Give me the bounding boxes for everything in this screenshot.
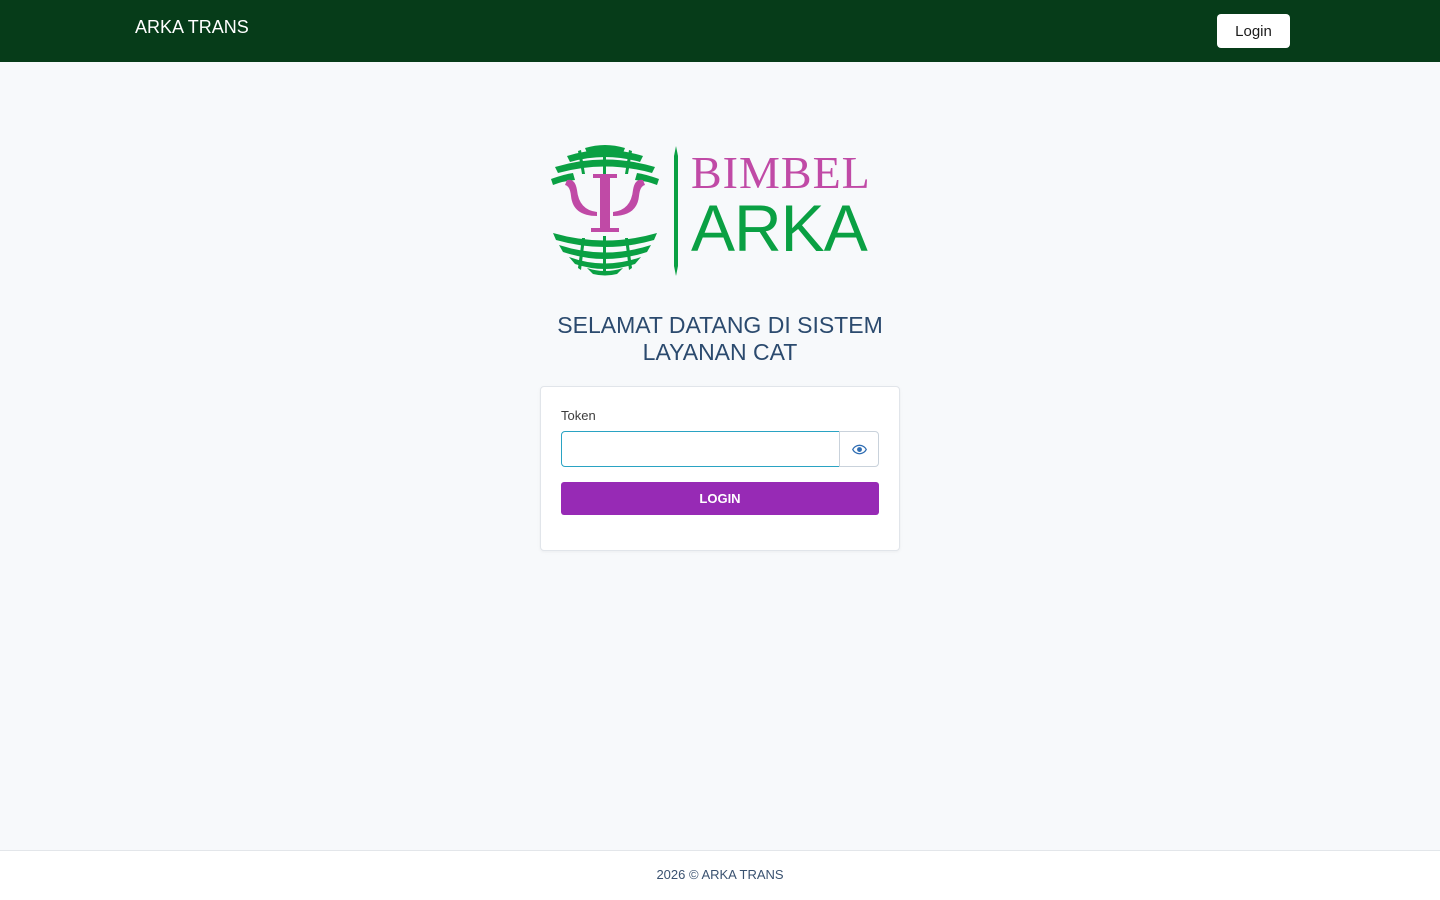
- login-submit-button[interactable]: LOGIN: [561, 482, 879, 515]
- logo-text-arka: ARKA: [691, 191, 868, 265]
- navbar-login-button[interactable]: Login: [1217, 14, 1290, 48]
- token-input[interactable]: [561, 431, 840, 467]
- bimbel-arka-logo: BIMBEL ARKA: [545, 140, 895, 280]
- token-label: Token: [561, 408, 596, 423]
- welcome-heading: SELAMAT DATANG DI SISTEM LAYANAN CAT: [520, 312, 920, 366]
- psi-globe-logo-icon: [551, 145, 659, 276]
- eye-icon: [851, 444, 867, 454]
- login-card: Token LOGIN: [540, 386, 900, 551]
- logo-text-bimbel: BIMBEL: [691, 147, 871, 198]
- welcome-line-2: LAYANAN CAT: [642, 339, 798, 365]
- toggle-token-visibility-button[interactable]: [839, 431, 879, 467]
- brand-title[interactable]: ARKA TRANS: [135, 16, 249, 38]
- welcome-line-1: SELAMAT DATANG DI SISTEM: [557, 312, 883, 338]
- footer-copyright: 2026 © ARKA TRANS: [656, 867, 784, 882]
- logo-divider: [674, 146, 678, 276]
- page-footer: 2026 © ARKA TRANS: [0, 850, 1440, 900]
- top-navbar: ARKA TRANS Login: [0, 0, 1440, 62]
